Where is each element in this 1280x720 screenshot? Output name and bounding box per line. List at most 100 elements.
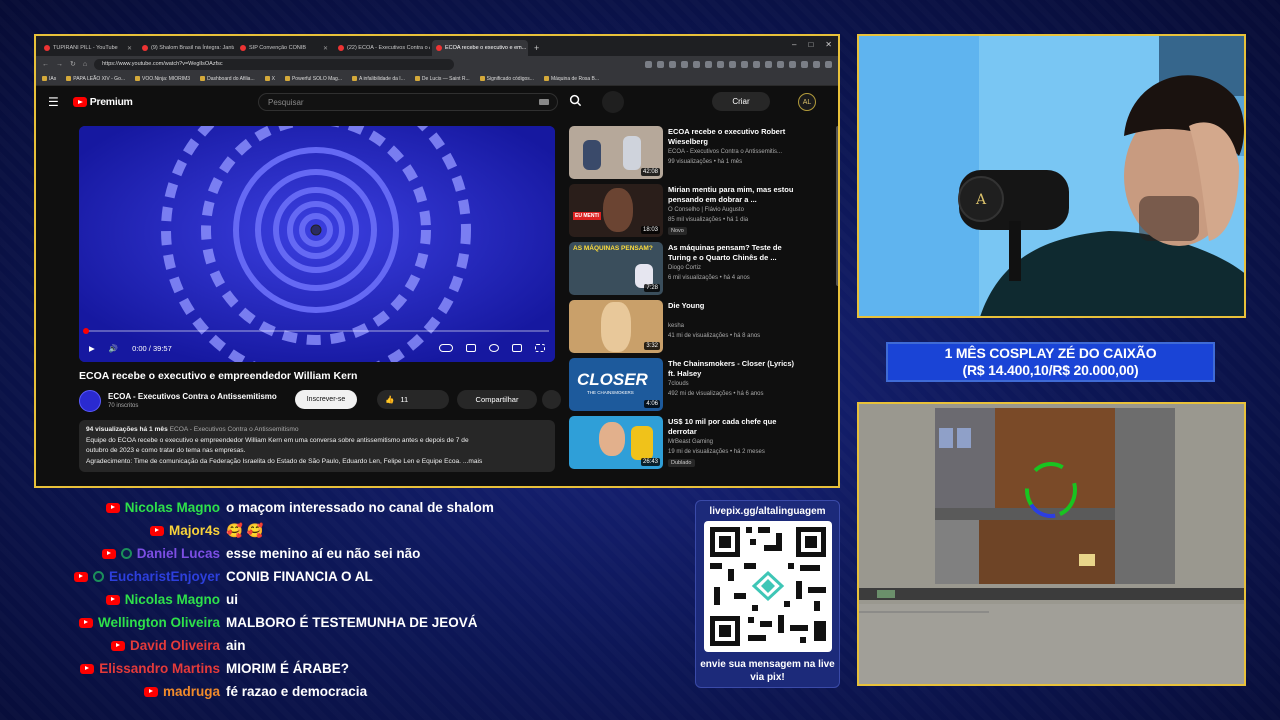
recommended-channel[interactable]: Diogo Cortiz [668,265,701,271]
share-button[interactable]: Compartilhar [457,390,537,409]
close-tab-icon[interactable]: ✕ [127,45,132,52]
progress-bar[interactable] [83,328,549,334]
extension-icon[interactable] [741,60,748,68]
bookmark-item[interactable]: Significado códigos... [479,76,534,82]
forward-icon[interactable]: → [56,61,63,68]
channel-avatar[interactable] [79,390,101,412]
maximize-icon[interactable]: □ [808,40,813,49]
search-icon[interactable] [569,94,582,107]
extension-icon[interactable] [753,60,760,68]
bookmark-item[interactable]: X [264,76,275,82]
create-button[interactable]: Criar [712,92,770,111]
browser-tab[interactable]: SIP Convenção CONIB ✕ [236,40,332,56]
bookmark-item[interactable]: IAs [42,76,56,82]
bookmark-item[interactable]: VOO.Ninja: MIORIM3 [135,76,190,82]
settings-icon[interactable] [489,344,499,352]
recommended-title[interactable]: As máquinas pensam? Teste de Turing e o … [668,243,798,263]
show-more-link[interactable]: ...mais [463,458,482,465]
recommended-video[interactable]: 42:08 ECOA recebe o executivo Robert Wies… [569,126,834,184]
hamburger-menu-icon[interactable]: ☰ [48,95,59,109]
extension-icon[interactable] [789,60,796,68]
recommended-video[interactable]: 3:32 Die Young kesha 41 mi de visualizações… [569,300,834,358]
video-thumbnail[interactable]: 42:08 [569,126,663,179]
back-icon[interactable]: ← [42,61,49,68]
video-thumbnail[interactable]: AS MÁQUINAS PENSAM? 7:28 [569,242,663,295]
extension-icon[interactable] [681,60,688,68]
extension-icon[interactable] [693,60,700,68]
recommended-meta: 19 mi de visualizações • há 2 meses [668,449,765,455]
recommended-channel[interactable]: ECOA - Executivos Contra o Antissemitis.… [668,149,782,155]
more-actions-button[interactable] [542,390,561,409]
voice-search-button[interactable] [602,91,624,113]
recommended-title[interactable]: Die Young [668,301,798,311]
account-avatar[interactable]: AL [798,93,816,111]
like-button[interactable]: 👍 11 [377,390,449,409]
tab-label: (22) ECOA - Executivos Contra o Anti... [347,45,430,51]
browser-tab[interactable]: (9) Shalom Brasil na Íntegra: Jantar ...… [138,40,234,56]
home-icon[interactable]: ⌂ [83,61,87,68]
url-field[interactable]: https://www.youtube.com/watch?v=WeglIsOA… [94,58,455,70]
qr-code-image [710,527,826,646]
reload-icon[interactable]: ↻ [70,60,76,68]
recommended-title[interactable]: Mirian mentiu para mim, mas estou pensan… [668,185,798,205]
bookmark-item[interactable]: Máquina de Rosa B... [543,76,599,82]
play-icon[interactable]: ▶ [89,344,95,353]
recommended-video[interactable]: 26:43 US$ 10 mil por cada chefe que derro… [569,416,834,474]
extension-icon[interactable] [669,60,676,68]
recommended-channel[interactable]: 7clouds [668,381,689,387]
recommended-video[interactable]: AS MÁQUINAS PENSAM? 7:28 As máquinas pensa… [569,242,834,300]
browser-tab[interactable]: TUPIRANI PILL - YouTube ✕ [40,40,136,56]
youtube-logo[interactable]: Premium [72,96,133,108]
extension-icon[interactable] [825,60,832,68]
video-thumbnail[interactable]: 3:32 [569,300,663,353]
extension-icon[interactable] [645,60,652,68]
autoplay-toggle-icon[interactable] [439,344,453,352]
bookmark-item[interactable]: Powerful SOLO Mag... [284,76,342,82]
volume-icon[interactable]: 🔊 [109,344,118,353]
bookmark-item[interactable]: PAPA LEÃO XIV - Go... [66,76,125,82]
recommended-video[interactable]: EU MENTI 18:03 Mirian mentiu para mim, mas… [569,184,834,242]
recommended-title[interactable]: US$ 10 mil por cada chefe que derrotar [668,417,798,437]
bookmark-item[interactable]: Dashboard do Afilia... [200,76,255,82]
new-tab-icon[interactable]: + [534,43,539,53]
extension-icon[interactable] [765,60,772,68]
search-input[interactable]: Pesquisar [258,93,558,111]
fullscreen-icon[interactable] [535,344,545,352]
extension-icon[interactable] [717,60,724,68]
recommended-channel[interactable]: kesha [668,323,684,329]
extension-icon[interactable] [705,60,712,68]
extension-icon[interactable] [813,60,820,68]
extension-icon[interactable] [777,60,784,68]
subtitles-icon[interactable] [466,344,476,352]
subscribe-button[interactable]: Inscrever-se [295,390,357,409]
keyboard-icon[interactable] [539,99,549,105]
page-scrollbar[interactable] [836,126,838,286]
recommended-title[interactable]: The Chainsmokers - Closer (Lyrics) ft. H… [668,359,798,379]
description-box[interactable]: 94 visualizações há 1 mês ECOA - Executi… [79,420,555,472]
chat-author: Nicolas Magno [105,500,220,515]
video-thumbnail[interactable]: CLOSER THE CHAINSMOKERS 4:06 [569,358,663,411]
close-tab-icon[interactable]: ✕ [323,45,328,52]
browser-tab[interactable]: ECOA recebe o executivo e em...✕ [432,40,528,56]
miniplayer-icon[interactable] [512,344,522,352]
extension-icon[interactable] [801,60,808,68]
video-thumbnail[interactable]: 26:43 [569,416,663,469]
recommended-title[interactable]: ECOA recebe o executivo Robert Wieselber… [668,127,798,147]
extension-icon[interactable] [729,60,736,68]
close-window-icon[interactable]: ✕ [825,40,832,49]
video-player[interactable]: ▶ 🔊 0:00 / 39:57 [79,126,555,362]
video-thumbnail[interactable]: EU MENTI 18:03 [569,184,663,237]
bookmark-item[interactable]: De Lucis — Saint R... [414,76,470,82]
bookmark-item[interactable]: A infalibilidade da I... [352,76,405,82]
svg-text:A: A [975,192,987,208]
live-chat-overlay: Nicolas Magno o maçom interessado no cana… [0,496,680,703]
recommended-channel[interactable]: MrBeast Gaming [668,439,713,445]
recommended-video[interactable]: CLOSER THE CHAINSMOKERS 4:06 The Chainsmoke… [569,358,834,416]
channel-name[interactable]: ECOA - Executivos Contra o Antissemitism… [108,392,277,401]
browser-tab[interactable]: (22) ECOA - Executivos Contra o Anti...✕ [334,40,430,56]
recommended-channel[interactable]: O Conselho | Flávio Augusto [668,207,744,213]
minimize-icon[interactable]: – [792,40,796,49]
description-tag[interactable]: ECOA - Executivos Contra o Antissemitism… [170,426,299,433]
youtube-icon [143,686,158,697]
extension-icon[interactable] [657,60,664,68]
